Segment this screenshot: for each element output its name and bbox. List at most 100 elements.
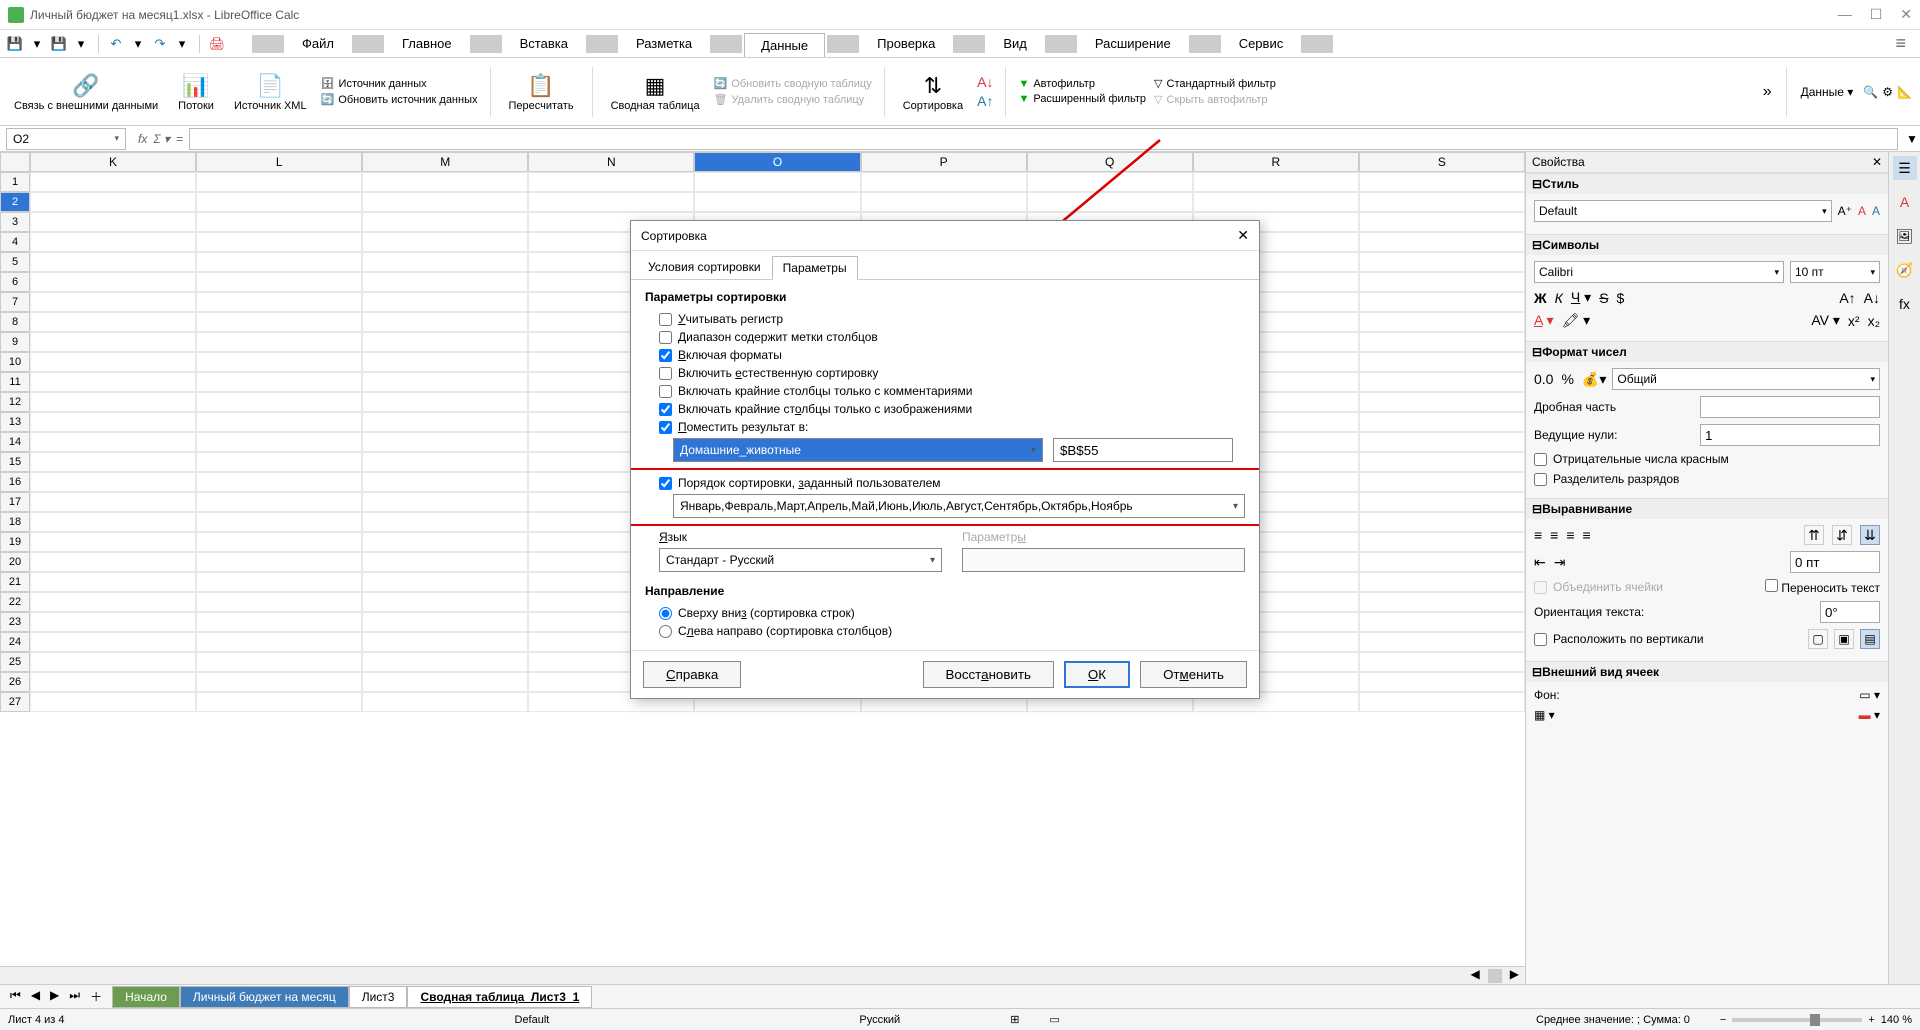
sheet-tab[interactable]: Лист3	[349, 986, 408, 1008]
equals-icon[interactable]: =	[176, 132, 183, 146]
sheet-tab[interactable]: Сводная таблица_Лист3_1	[407, 986, 592, 1008]
leading-zeros-input[interactable]	[1700, 424, 1880, 446]
cell[interactable]	[1359, 592, 1525, 612]
cell[interactable]	[1359, 532, 1525, 552]
cell[interactable]	[196, 372, 362, 392]
cell[interactable]	[1359, 672, 1525, 692]
currency-icon[interactable]: 💰▾	[1582, 371, 1606, 388]
cell[interactable]	[30, 492, 196, 512]
next-sheet-icon[interactable]: ▶	[46, 988, 63, 1005]
row-header[interactable]: 7	[0, 292, 30, 312]
cell[interactable]	[196, 452, 362, 472]
row-header[interactable]: 19	[0, 532, 30, 552]
maximize-button[interactable]: ☐	[1870, 6, 1883, 23]
external-data-button[interactable]: 🔗 Связь с внешними данными	[8, 72, 164, 112]
cell[interactable]	[196, 312, 362, 332]
cell[interactable]	[196, 172, 362, 192]
cell[interactable]	[196, 692, 362, 712]
zoom-in-icon[interactable]: +	[1868, 1014, 1874, 1026]
cell[interactable]	[1359, 172, 1525, 192]
cell[interactable]	[362, 192, 528, 212]
sort-asc-button[interactable]: A↓	[977, 74, 993, 90]
row-header[interactable]: 16	[0, 472, 30, 492]
cell[interactable]	[1359, 332, 1525, 352]
cell[interactable]	[196, 232, 362, 252]
row-header[interactable]: 24	[0, 632, 30, 652]
help-button[interactable]: Справка	[643, 661, 741, 688]
cell[interactable]	[362, 372, 528, 392]
cell[interactable]	[1359, 452, 1525, 472]
cell[interactable]	[1359, 312, 1525, 332]
cell[interactable]	[196, 192, 362, 212]
first-sheet-icon[interactable]: ⏮	[6, 988, 25, 1005]
align-top-icon[interactable]: ⇈	[1804, 525, 1824, 545]
cell[interactable]	[1359, 632, 1525, 652]
cell[interactable]	[362, 592, 528, 612]
cell[interactable]	[196, 272, 362, 292]
cell[interactable]	[362, 252, 528, 272]
cell[interactable]	[861, 192, 1027, 212]
merge-checkbox[interactable]	[1534, 581, 1547, 594]
cell[interactable]	[196, 512, 362, 532]
cell[interactable]	[1359, 192, 1525, 212]
restore-button[interactable]: Восстановить	[923, 661, 1054, 688]
autofilter-button[interactable]: ▼Автофильтр	[1018, 78, 1146, 90]
copy-target-ref-input[interactable]	[1053, 438, 1233, 462]
panel-cellview-title[interactable]: Внешний вид ячеек	[1526, 662, 1888, 682]
col-header[interactable]: N	[528, 152, 694, 172]
align-middle-icon[interactable]: ⇵	[1832, 525, 1852, 545]
cell[interactable]	[1027, 192, 1193, 212]
char-spacing-icon[interactable]: AV ▾	[1811, 312, 1840, 329]
border-picker[interactable]: ▦ ▾	[1534, 708, 1555, 722]
cell[interactable]	[30, 612, 196, 632]
function-wizard-icon[interactable]: fx	[138, 132, 147, 146]
indent-inc-icon[interactable]: ⇥	[1554, 554, 1566, 571]
cell[interactable]	[1359, 392, 1525, 412]
cell[interactable]	[362, 572, 528, 592]
indent-input[interactable]	[1790, 551, 1880, 573]
direction-rows-radio[interactable]	[659, 607, 672, 620]
text-dir-icon[interactable]: ▣	[1834, 629, 1854, 649]
panel-style-title[interactable]: Стиль	[1526, 174, 1888, 194]
zoom-value[interactable]: 140 %	[1881, 1014, 1912, 1026]
add-sheet-icon[interactable]: ＋	[86, 988, 106, 1005]
bold-icon[interactable]: Ж	[1534, 290, 1547, 306]
cell[interactable]	[30, 392, 196, 412]
cell[interactable]	[30, 252, 196, 272]
menu-review[interactable]: Проверка	[861, 32, 951, 55]
dropdown-icon[interactable]: ▾	[129, 35, 147, 53]
cell[interactable]	[1359, 372, 1525, 392]
strikethrough-icon[interactable]: $	[1617, 290, 1625, 306]
cell[interactable]	[1359, 572, 1525, 592]
menu-home[interactable]: Главное	[386, 32, 468, 55]
minimize-button[interactable]: —	[1838, 6, 1852, 23]
streams-button[interactable]: 📊 Потоки	[172, 72, 220, 112]
row-header[interactable]: 5	[0, 252, 30, 272]
row-header[interactable]: 14	[0, 432, 30, 452]
cell[interactable]	[362, 672, 528, 692]
row-header[interactable]: 4	[0, 232, 30, 252]
align-justify-icon[interactable]: ≡	[1583, 527, 1591, 543]
save-icon[interactable]: 💾	[6, 35, 24, 53]
row-header[interactable]: 15	[0, 452, 30, 472]
cell[interactable]	[30, 332, 196, 352]
cell[interactable]	[861, 172, 1027, 192]
cell[interactable]	[30, 572, 196, 592]
cell[interactable]	[30, 292, 196, 312]
cell[interactable]	[30, 352, 196, 372]
sidebar-tab-properties[interactable]: ☰	[1893, 156, 1917, 180]
dialog-close-icon[interactable]: ✕	[1237, 227, 1249, 244]
cell[interactable]	[196, 492, 362, 512]
cell[interactable]	[30, 372, 196, 392]
new-style-icon[interactable]: A⁺	[1838, 204, 1852, 218]
orientation-input[interactable]	[1820, 601, 1880, 623]
underline-icon[interactable]: Ч ▾	[1571, 289, 1591, 306]
cell[interactable]	[196, 352, 362, 372]
cell[interactable]	[196, 332, 362, 352]
col-header[interactable]: L	[196, 152, 362, 172]
font-color-icon[interactable]: A ▾	[1534, 312, 1554, 329]
cancel-button[interactable]: Отменить	[1140, 661, 1247, 688]
cell[interactable]	[30, 692, 196, 712]
thousand-sep-checkbox[interactable]	[1534, 473, 1547, 486]
col-header[interactable]: O	[694, 152, 860, 172]
